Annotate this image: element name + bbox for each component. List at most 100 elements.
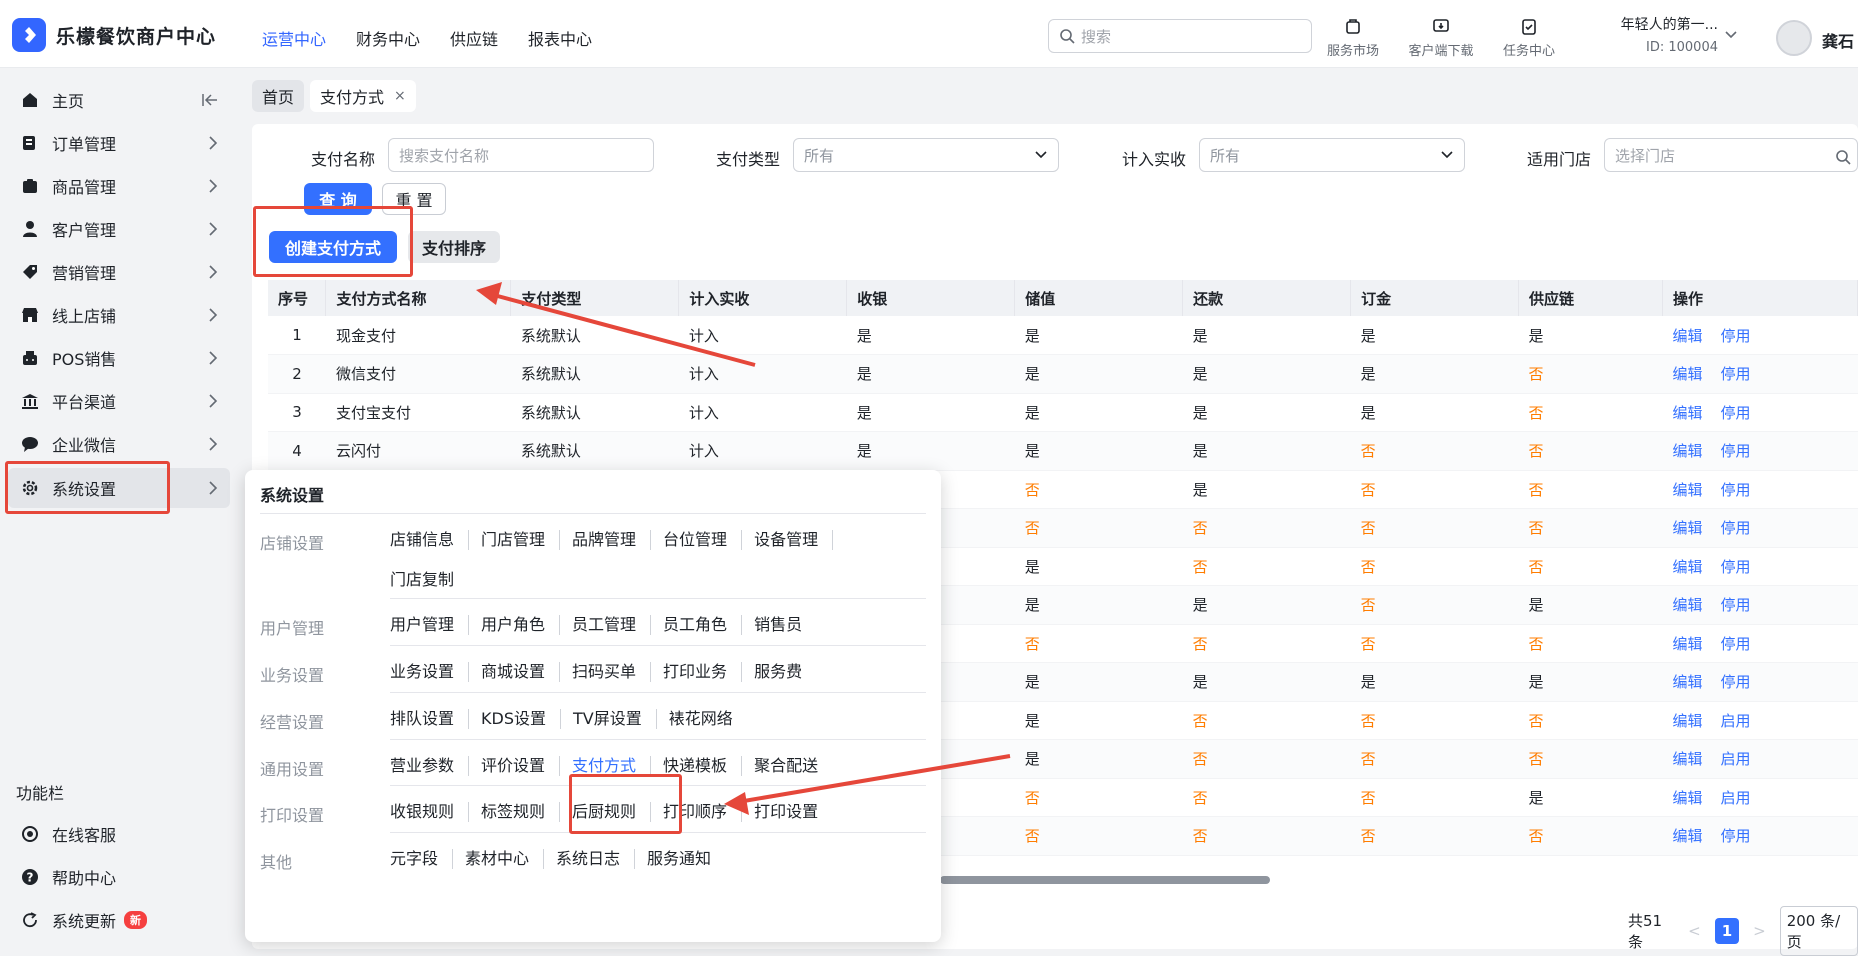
toggle-status-link[interactable]: 停用 [1721,558,1751,576]
tab-home[interactable]: 首页 [252,80,305,112]
settings-menu-item[interactable]: 营业参数 [390,756,470,776]
settings-menu-item[interactable]: 支付方式 [572,756,652,776]
settings-menu-item[interactable]: 素材中心 [465,849,545,869]
settings-menu-item[interactable]: 收银规则 [390,802,470,822]
toggle-status-link[interactable]: 启用 [1721,789,1751,807]
toggle-status-link[interactable]: 停用 [1721,365,1751,383]
close-icon[interactable]: × [394,88,406,104]
settings-menu-item[interactable]: 台位管理 [663,530,743,550]
avatar[interactable] [1776,20,1812,56]
toggle-status-link[interactable]: 停用 [1721,596,1751,614]
sidebar-item-marketing[interactable]: 营销管理 [8,252,230,292]
sidebar-item-orders[interactable]: 订单管理 [8,123,230,163]
settings-menu-item[interactable]: 元字段 [390,849,454,869]
settings-menu-item[interactable]: 店铺信息 [390,530,470,550]
edit-link[interactable]: 编辑 [1673,442,1703,460]
settings-menu-item[interactable]: KDS设置 [481,709,561,729]
edit-link[interactable]: 编辑 [1673,365,1703,383]
edit-link[interactable]: 编辑 [1673,750,1703,768]
toggle-status-link[interactable]: 停用 [1721,519,1751,537]
settings-menu-item[interactable]: 聚合配送 [754,756,832,776]
toggle-status-link[interactable]: 停用 [1721,635,1751,653]
settings-menu-item[interactable]: 评价设置 [481,756,561,776]
settings-menu-item[interactable]: 排队设置 [390,709,470,729]
next-page-icon[interactable]: > [1753,922,1766,940]
sidebar-item-home[interactable]: 主页 [8,80,230,120]
prev-page-icon[interactable]: < [1688,922,1701,940]
settings-menu-item[interactable]: 用户管理 [390,615,470,635]
sidebar-item-online-service[interactable]: 在线客服 [8,814,230,854]
account-switcher[interactable]: 年轻人的第一... ID: 100004 [1598,14,1718,55]
user-name[interactable]: 龚石 [1822,28,1854,52]
nav-operations[interactable]: 运营中心 [262,26,326,50]
toggle-status-link[interactable]: 启用 [1721,712,1751,730]
service-market-button[interactable]: 服务市场 [1320,16,1386,59]
toggle-status-link[interactable]: 停用 [1721,827,1751,845]
sidebar-item-channels[interactable]: 平台渠道 [8,381,230,421]
edit-link[interactable]: 编辑 [1673,789,1703,807]
sidebar-item-wecom[interactable]: 企业微信 [8,424,230,464]
toggle-status-link[interactable]: 停用 [1721,327,1751,345]
settings-menu-item[interactable]: 快递模板 [663,756,743,776]
tab-payment-methods[interactable]: 支付方式 × [310,80,416,112]
settings-menu-item[interactable]: 员工角色 [663,615,743,635]
nav-finance[interactable]: 财务中心 [356,26,420,50]
sidebar-item-customers[interactable]: 客户管理 [8,209,230,249]
edit-link[interactable]: 编辑 [1673,827,1703,845]
table-cell-actions: 编辑 停用 [1662,431,1858,471]
settings-menu-item[interactable]: 商城设置 [481,662,561,682]
settings-menu-item[interactable]: 门店管理 [481,530,561,550]
settings-menu-item[interactable]: 裱花网络 [669,709,747,729]
toggle-status-link[interactable]: 停用 [1721,673,1751,691]
horizontal-scrollbar[interactable] [940,876,1270,884]
toggle-status-link[interactable]: 停用 [1721,481,1751,499]
payment-type-select[interactable]: 所有 [793,138,1059,172]
edit-link[interactable]: 编辑 [1673,712,1703,730]
nav-supply-chain[interactable]: 供应链 [450,26,498,50]
settings-menu-item[interactable]: 服务通知 [647,849,725,869]
income-select[interactable]: 所有 [1199,138,1465,172]
toggle-status-link[interactable]: 停用 [1721,404,1751,422]
edit-link[interactable]: 编辑 [1673,481,1703,499]
toggle-status-link[interactable]: 停用 [1721,442,1751,460]
edit-link[interactable]: 编辑 [1673,558,1703,576]
collapse-sidebar-icon[interactable] [202,92,218,108]
edit-link[interactable]: 编辑 [1673,635,1703,653]
settings-menu-item[interactable]: 系统日志 [556,849,636,869]
edit-link[interactable]: 编辑 [1673,673,1703,691]
settings-menu-item[interactable]: 打印设置 [754,802,832,822]
sidebar-item-online-store[interactable]: 线上店铺 [8,295,230,335]
settings-menu-item[interactable]: 设备管理 [754,530,834,550]
store-select[interactable]: 选择门店 [1604,138,1858,172]
sidebar-item-pos[interactable]: POS销售 [8,338,230,378]
task-center-button[interactable]: 任务中心 [1496,16,1562,59]
edit-link[interactable]: 编辑 [1673,404,1703,422]
settings-menu-item[interactable]: 员工管理 [572,615,652,635]
settings-menu-item[interactable]: 门店复制 [390,570,468,590]
payment-name-input[interactable]: 搜索支付名称 [388,138,654,172]
sidebar-item-update[interactable]: 系统更新 新 [8,900,230,940]
settings-menu-item[interactable]: 业务设置 [390,662,470,682]
settings-menu-item[interactable]: 扫码买单 [572,662,652,682]
toggle-status-link[interactable]: 启用 [1721,750,1751,768]
payment-sort-button[interactable]: 支付排序 [408,231,500,263]
chevron-down-icon[interactable] [1724,30,1738,40]
settings-menu-item[interactable]: 打印业务 [663,662,743,682]
client-download-button[interactable]: 客户端下载 [1408,16,1474,59]
global-search-input[interactable]: 搜索 [1048,19,1312,53]
edit-link[interactable]: 编辑 [1673,596,1703,614]
settings-menu-item[interactable]: TV屏设置 [573,709,657,729]
sidebar-item-products[interactable]: 商品管理 [8,166,230,206]
sidebar-item-help[interactable]: ? 帮助中心 [8,857,230,897]
settings-menu-item[interactable]: 品牌管理 [572,530,652,550]
edit-link[interactable]: 编辑 [1673,519,1703,537]
page-number[interactable]: 1 [1714,918,1740,944]
nav-reports[interactable]: 报表中心 [528,26,592,50]
table-cell: 是 [1518,662,1663,702]
settings-menu-item[interactable]: 销售员 [754,615,816,635]
settings-menu-item[interactable]: 服务费 [754,662,816,682]
settings-menu-item[interactable]: 标签规则 [481,802,561,822]
settings-menu-item[interactable]: 用户角色 [481,615,561,635]
app-logo[interactable]: 乐檬餐饮商户中心 [12,18,216,52]
edit-link[interactable]: 编辑 [1673,327,1703,345]
